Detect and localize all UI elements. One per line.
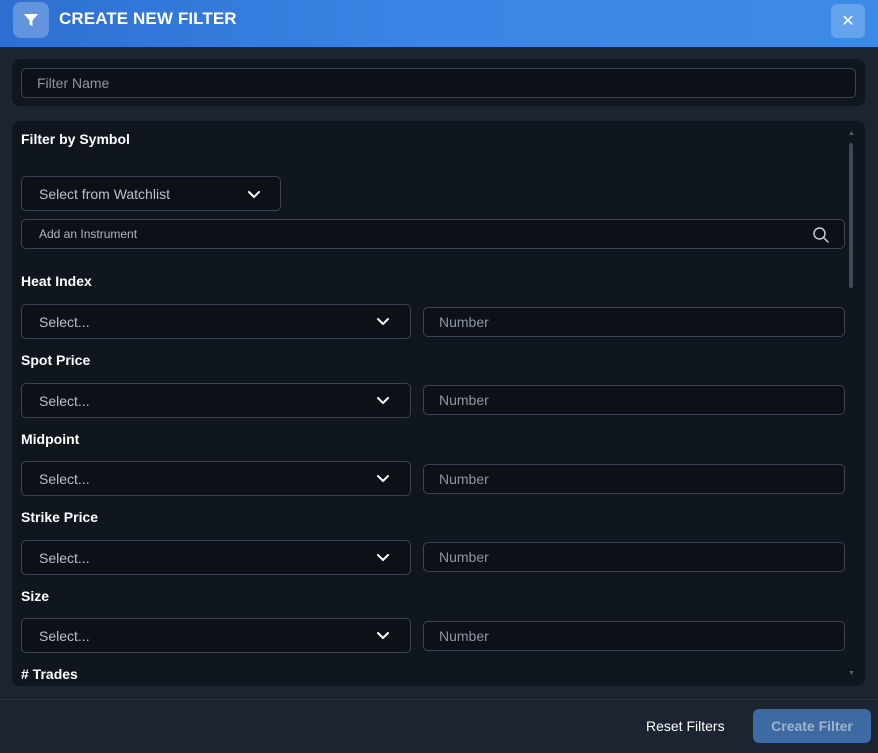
- spot-price-number-input[interactable]: [423, 385, 845, 415]
- size-select-placeholder: Select...: [39, 628, 90, 644]
- heat-index-select[interactable]: Select...: [21, 304, 411, 339]
- search-icon[interactable]: [812, 226, 830, 244]
- strike-price-number-input[interactable]: [423, 542, 845, 572]
- reset-filters-button[interactable]: Reset Filters: [646, 718, 725, 734]
- scroll-up-icon[interactable]: ▲: [848, 130, 855, 137]
- size-number-input[interactable]: [423, 621, 845, 651]
- chevron-down-icon: [377, 397, 389, 404]
- watchlist-select[interactable]: Select from Watchlist: [21, 176, 281, 211]
- filter-panel: Filter by Symbol Select from Watchlist H…: [12, 121, 865, 686]
- dialog-title: CREATE NEW FILTER: [59, 9, 237, 28]
- strike-price-label: Strike Price: [21, 509, 99, 525]
- scroll-down-icon[interactable]: ▼: [848, 670, 855, 677]
- filter-name-input[interactable]: [21, 68, 856, 98]
- chevron-down-icon: [377, 554, 389, 561]
- size-select[interactable]: Select...: [21, 618, 411, 653]
- filter-name-card: [12, 59, 865, 106]
- midpoint-number-input[interactable]: [423, 464, 845, 494]
- close-icon: ✕: [841, 13, 855, 30]
- heat-index-label: Heat Index: [21, 273, 92, 289]
- midpoint-label: Midpoint: [21, 431, 80, 447]
- heat-index-number-input[interactable]: [423, 307, 845, 337]
- spot-price-label: Spot Price: [21, 352, 91, 368]
- midpoint-select[interactable]: Select...: [21, 461, 411, 496]
- dialog-footer: Reset Filters Create Filter: [0, 699, 878, 753]
- scrollbar[interactable]: ▲ ▼: [845, 129, 857, 679]
- heat-index-select-placeholder: Select...: [39, 314, 90, 330]
- create-filter-button[interactable]: Create Filter: [753, 709, 871, 743]
- filter-by-symbol-label: Filter by Symbol: [21, 131, 130, 147]
- size-label: Size: [21, 588, 50, 604]
- instrument-input[interactable]: [22, 220, 812, 248]
- chevron-down-icon: [377, 475, 389, 482]
- chevron-down-icon: [377, 632, 389, 639]
- scrollbar-thumb[interactable]: [849, 143, 853, 288]
- instrument-search: [21, 219, 845, 249]
- spot-price-select[interactable]: Select...: [21, 383, 411, 418]
- chevron-down-icon: [377, 318, 389, 325]
- trades-label: # Trades: [21, 666, 78, 682]
- strike-price-select[interactable]: Select...: [21, 540, 411, 575]
- chevron-down-icon: [248, 191, 260, 198]
- close-button[interactable]: ✕: [831, 4, 865, 38]
- strike-price-select-placeholder: Select...: [39, 550, 90, 566]
- watchlist-select-placeholder: Select from Watchlist: [39, 186, 170, 202]
- midpoint-select-placeholder: Select...: [39, 471, 90, 487]
- dialog-header: CREATE NEW FILTER ✕: [0, 0, 878, 47]
- spot-price-select-placeholder: Select...: [39, 393, 90, 409]
- filter-icon: [13, 2, 49, 38]
